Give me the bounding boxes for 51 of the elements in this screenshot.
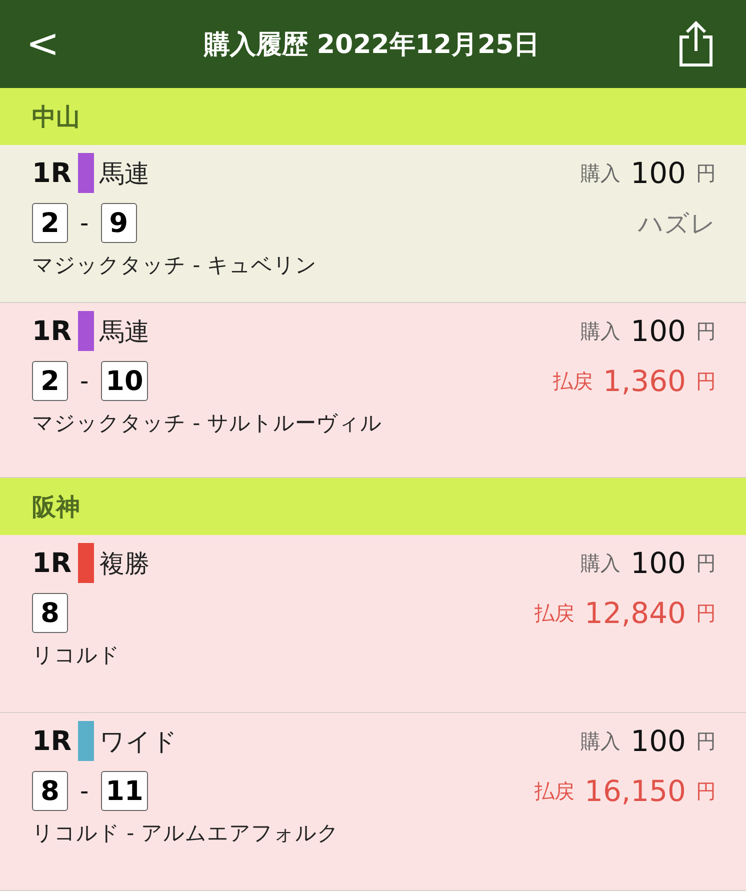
venue-header: 中山: [0, 88, 746, 145]
ticket-row[interactable]: 1R 馬連 2 - 10 マジックタッチ - サルトルーヴィル 購入 100 円 払戻 1,360 円: [0, 303, 746, 478]
horse-names: マジックタッチ - サルトルーヴィル: [32, 410, 382, 437]
result-text: ハズレ: [638, 208, 716, 240]
payout-amount: 16,150: [584, 774, 686, 808]
bet-type: ワイド: [100, 726, 178, 758]
payout-label: 払戻: [534, 778, 575, 804]
currency-label: 円: [696, 160, 716, 186]
dash: -: [80, 209, 89, 237]
ticket-row[interactable]: 1R 複勝 8 リコルド 購入 100 円 払戻 12,840 円: [0, 535, 746, 713]
race-number: 1R: [32, 548, 72, 578]
purchase-label: 購入: [580, 550, 621, 576]
ticket-row[interactable]: 1R ワイド 8 - 11 リコルド - アルムエアフォルク 購入 100 円 払戻 16,150 円: [0, 713, 746, 891]
venue-header: 阪神: [0, 478, 746, 535]
horse-number: 8: [32, 771, 68, 811]
currency-label: 円: [696, 550, 716, 576]
back-button[interactable]: <: [18, 21, 68, 67]
bet-type: 馬連: [100, 158, 150, 190]
purchase-amount: 100: [630, 724, 686, 758]
horse-names: リコルド - アルムエアフォルク: [32, 820, 339, 847]
purchase-amount: 100: [630, 546, 686, 580]
payout-label: 払戻: [552, 368, 593, 394]
purchase-label: 購入: [580, 728, 621, 754]
currency-label: 円: [696, 600, 716, 626]
payout-label: 払戻: [534, 600, 575, 626]
horse-number: 8: [32, 593, 68, 633]
race-number: 1R: [32, 158, 72, 188]
horse-number: 11: [100, 771, 148, 811]
currency-label: 円: [696, 728, 716, 754]
race-number: 1R: [32, 316, 72, 346]
bet-type: 複勝: [100, 548, 150, 580]
screen-title: 購入履歴 2022年12月25日: [204, 28, 540, 62]
horse-number: 2: [32, 203, 68, 243]
dash: -: [80, 367, 89, 395]
currency-label: 円: [696, 318, 716, 344]
purchase-amount: 100: [630, 156, 686, 190]
purchase-amount: 100: [630, 314, 686, 348]
horse-number: 9: [100, 203, 137, 243]
race-number: 1R: [32, 726, 72, 756]
purchase-label: 購入: [580, 318, 621, 344]
horse-number: 10: [100, 361, 148, 401]
currency-label: 円: [696, 778, 716, 804]
payout-amount: 12,840: [584, 596, 686, 630]
horse-names: マジックタッチ - キュベリン: [32, 252, 317, 279]
horse-number: 2: [32, 361, 68, 401]
currency-label: 円: [696, 368, 716, 394]
purchase-label: 購入: [580, 160, 621, 186]
payout-amount: 1,360: [602, 364, 686, 398]
bet-type: 馬連: [100, 316, 150, 348]
horse-names: リコルド: [32, 642, 121, 669]
dash: -: [80, 777, 89, 805]
